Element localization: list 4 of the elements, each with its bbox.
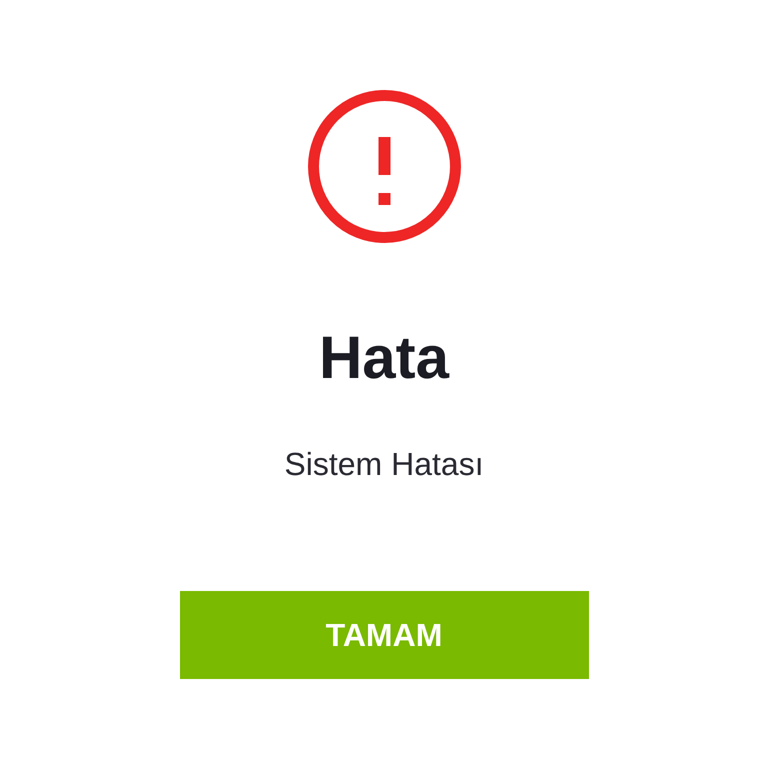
ok-button[interactable]: TAMAM [180,591,588,679]
dialog-title: Hata [318,328,450,388]
error-message: Sistem Hatası [284,448,484,480]
exclamation-circle-icon [308,90,460,243]
